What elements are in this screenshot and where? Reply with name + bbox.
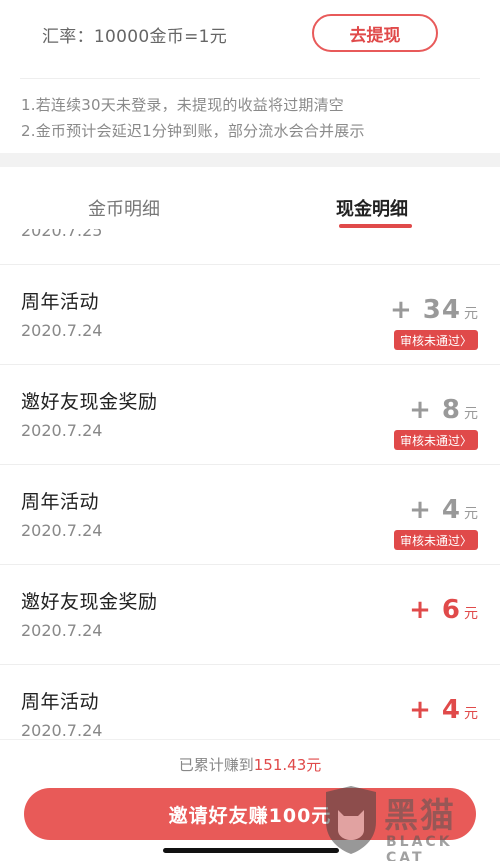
transaction-title: 周年活动 bbox=[21, 691, 100, 713]
transaction-date: 2020.7.24 bbox=[21, 421, 103, 440]
transaction-amount: + 34 元 bbox=[390, 295, 478, 325]
list-item[interactable]: 周年活动 2020.7.24 + 34 元 审核未通过〉 bbox=[0, 265, 500, 365]
section-gap bbox=[0, 153, 500, 167]
home-indicator bbox=[163, 848, 339, 853]
status-badge[interactable]: 审核未通过〉 bbox=[393, 430, 478, 450]
status-badge[interactable]: 审核未通过〉 bbox=[393, 330, 478, 350]
tab-gold-details[interactable]: 金币明细 bbox=[88, 195, 160, 221]
withdraw-button[interactable]: 去提现 bbox=[312, 14, 438, 52]
divider bbox=[20, 78, 480, 79]
amount-unit: 元 bbox=[464, 406, 478, 422]
notice-line-1: 1.若连续30天未登录，未提现的收益将过期清空 bbox=[21, 96, 345, 114]
transaction-amount: + 6 元 bbox=[409, 595, 478, 625]
transaction-date: 2020.7.25 bbox=[21, 229, 103, 240]
footer: 已累计赚到151.43元 邀请好友赚100元 bbox=[0, 739, 500, 861]
transaction-title: 邀好友现金奖励 bbox=[21, 591, 158, 613]
active-tab-indicator bbox=[339, 224, 412, 228]
invite-friends-button[interactable]: 邀请好友赚100元 bbox=[24, 788, 476, 840]
earned-label: 已累计赚到 bbox=[178, 756, 254, 774]
transaction-date: 2020.7.24 bbox=[21, 321, 103, 340]
notice-line-2: 2.金币预计会延迟1分钟到账，部分流水会合并展示 bbox=[21, 122, 365, 140]
exchange-rate-text: 汇率：10000金币=1元 bbox=[42, 27, 228, 47]
list-item[interactable]: 周年活动 2020.7.24 + 4 元 bbox=[0, 665, 500, 739]
total-earned-text: 已累计赚到151.43元 bbox=[0, 754, 500, 775]
tab-cash-details[interactable]: 现金明细 bbox=[336, 195, 408, 221]
amount-value: + 4 bbox=[409, 495, 461, 525]
list-item[interactable]: 邀好友现金奖励 2020.7.24 + 6 元 bbox=[0, 565, 500, 665]
amount-value: + 34 bbox=[389, 295, 461, 325]
amount-unit: 元 bbox=[464, 306, 478, 322]
transaction-title: 周年活动 bbox=[21, 491, 100, 513]
amount-unit: 元 bbox=[464, 506, 478, 522]
account-header: 汇率：10000金币=1元 去提现 1.若连续30天未登录，未提现的收益将过期清… bbox=[0, 0, 500, 153]
transaction-date: 2020.7.24 bbox=[21, 721, 103, 739]
transaction-title: 邀好友现金奖励 bbox=[21, 391, 158, 413]
transaction-date: 2020.7.24 bbox=[21, 621, 103, 640]
amount-value: + 8 bbox=[409, 395, 461, 425]
transaction-amount: + 4 元 bbox=[409, 495, 478, 525]
amount-unit: 元 bbox=[464, 706, 478, 722]
status-badge[interactable]: 审核未通过〉 bbox=[393, 530, 478, 550]
transaction-date: 2020.7.24 bbox=[21, 521, 103, 540]
transaction-amount: + 8 元 bbox=[409, 395, 478, 425]
earned-value: 151.43元 bbox=[253, 756, 322, 774]
tab-bar: 金币明细 现金明细 bbox=[0, 167, 500, 229]
transaction-list[interactable]: 2020.7.25 周年活动 2020.7.24 + 34 元 审核未通过〉 邀… bbox=[0, 229, 500, 739]
transaction-title: 周年活动 bbox=[21, 291, 100, 313]
amount-value: + 6 bbox=[409, 595, 461, 625]
list-item: 2020.7.25 bbox=[0, 229, 500, 265]
amount-unit: 元 bbox=[464, 606, 478, 622]
amount-value: + 4 bbox=[409, 695, 461, 725]
list-item[interactable]: 邀好友现金奖励 2020.7.24 + 8 元 审核未通过〉 bbox=[0, 365, 500, 465]
list-item[interactable]: 周年活动 2020.7.24 + 4 元 审核未通过〉 bbox=[0, 465, 500, 565]
transaction-amount: + 4 元 bbox=[409, 695, 478, 725]
